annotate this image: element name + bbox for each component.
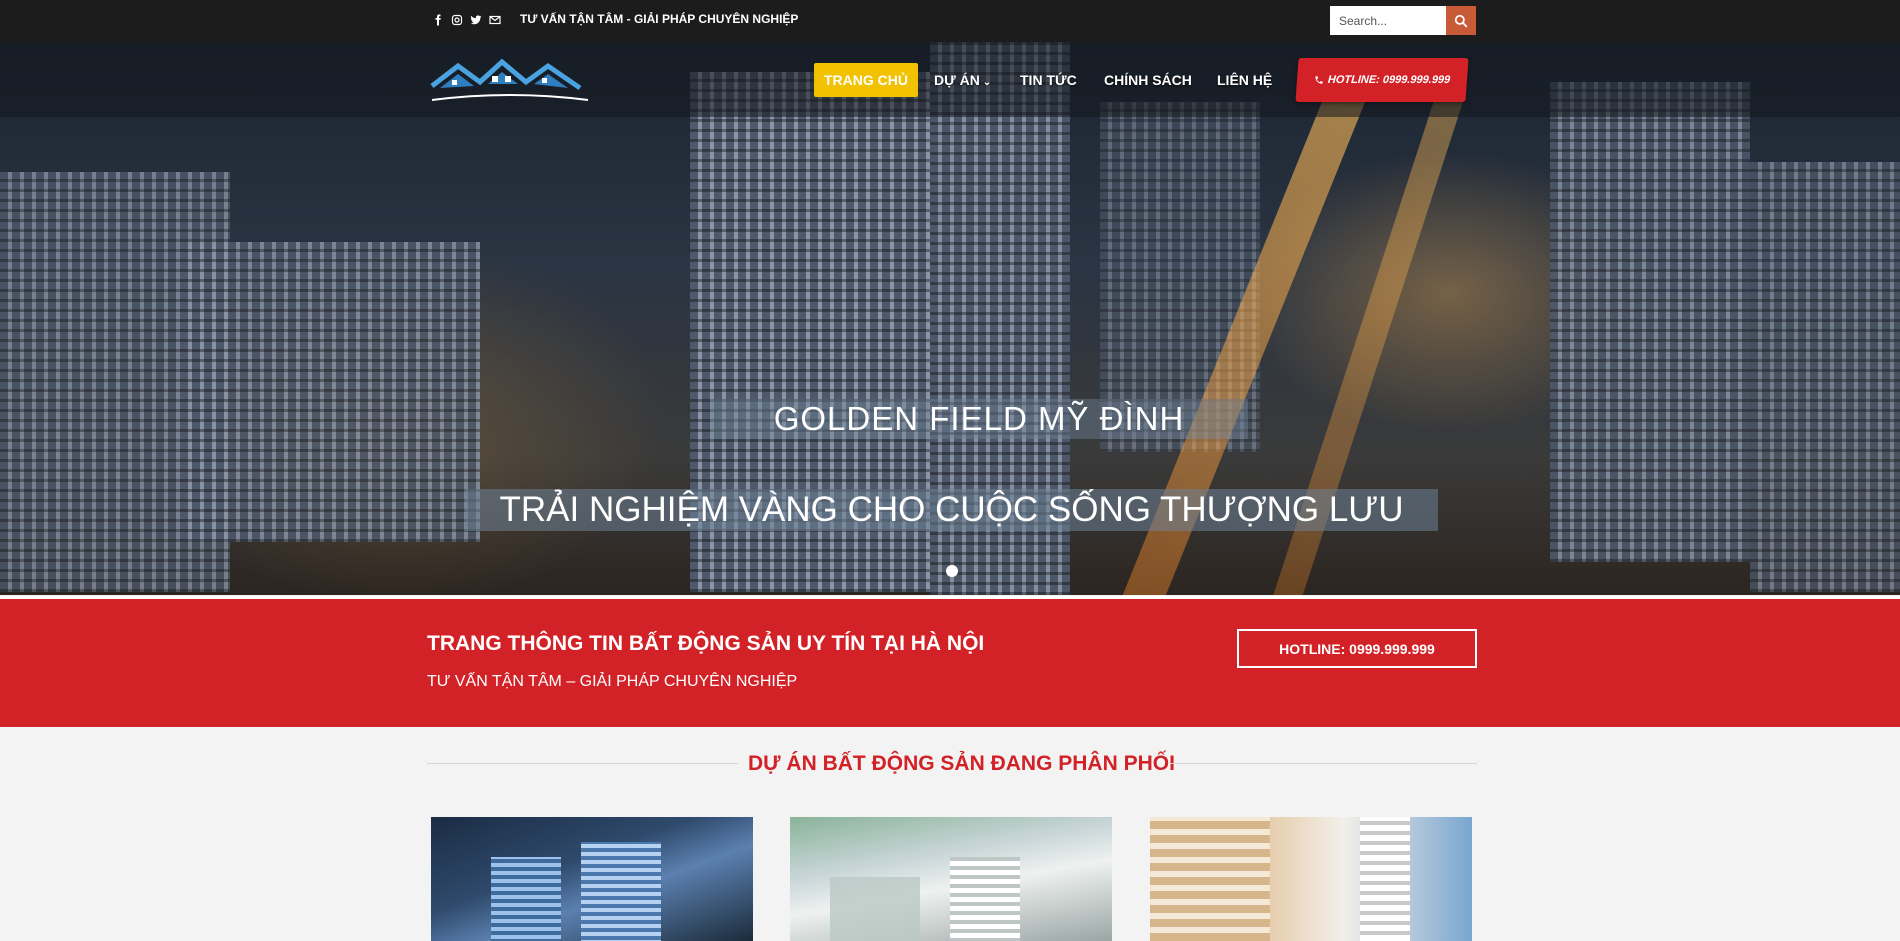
project-card-image[interactable]	[431, 817, 753, 941]
card-building	[1360, 817, 1410, 941]
search-input[interactable]	[1330, 6, 1446, 35]
nav-hotline-label: HOTLINE: 0999.999.999	[1327, 74, 1451, 86]
slider-dot[interactable]	[946, 565, 958, 577]
hero-building	[1550, 82, 1750, 562]
band-hotline-button[interactable]: HOTLINE: 0999.999.999	[1237, 629, 1477, 668]
band-subtitle: TƯ VẤN TẬN TÂM – GIẢI PHÁP CHUYÊN NGHIỆP	[427, 673, 798, 690]
hero-building	[180, 242, 480, 542]
nav-item-policy[interactable]: CHÍNH SÁCH	[1104, 63, 1192, 97]
facebook-icon[interactable]	[431, 12, 444, 27]
card-building	[1150, 817, 1270, 941]
search-icon	[1454, 14, 1468, 27]
twitter-icon[interactable]	[469, 12, 482, 27]
section-divider-left	[427, 763, 738, 764]
site-logo[interactable]	[430, 54, 590, 106]
band-title: TRANG THÔNG TIN BẤT ĐỘNG SẢN UY TÍN TẠI …	[427, 632, 985, 655]
info-band	[0, 596, 1900, 727]
section-divider-right	[1170, 763, 1477, 764]
phone-icon	[1315, 76, 1323, 84]
instagram-icon[interactable]	[450, 12, 463, 27]
card-building	[950, 857, 1020, 941]
section-title: DỰ ÁN BẤT ĐỘNG SẢN ĐANG PHÂN PHỐI	[748, 752, 1175, 775]
social-links	[431, 12, 501, 27]
card-building	[830, 877, 920, 941]
search-button[interactable]	[1446, 6, 1476, 35]
hero-subtitle: TRẢI NGHIỆM VÀNG CHO CUỘC SỐNG THƯỢNG LƯ…	[465, 489, 1438, 531]
hero-title: GOLDEN FIELD MỸ ĐÌNH	[710, 399, 1248, 439]
nav-item-contact[interactable]: LIÊN HỆ	[1217, 63, 1272, 97]
nav-item-projects[interactable]: DỰ ÁN ⌄	[934, 63, 991, 97]
mail-icon[interactable]	[488, 12, 501, 27]
project-card-image[interactable]	[790, 817, 1112, 941]
card-building	[491, 857, 561, 941]
project-card-image[interactable]	[1150, 817, 1472, 941]
chevron-down-icon: ⌄	[982, 77, 992, 88]
topbar-tagline: TƯ VẤN TẬN TÂM - GIẢI PHÁP CHUYÊN NGHIỆP	[520, 12, 799, 26]
nav-item-home[interactable]: TRANG CHỦ	[814, 63, 918, 97]
nav-hotline-button[interactable]: HOTLINE: 0999.999.999	[1295, 58, 1469, 102]
top-bar	[0, 0, 1900, 42]
nav-item-label: DỰ ÁN	[934, 72, 980, 88]
nav-item-news[interactable]: TIN TỨC	[1020, 63, 1077, 97]
hero-building	[1750, 162, 1900, 592]
card-building	[581, 842, 661, 941]
